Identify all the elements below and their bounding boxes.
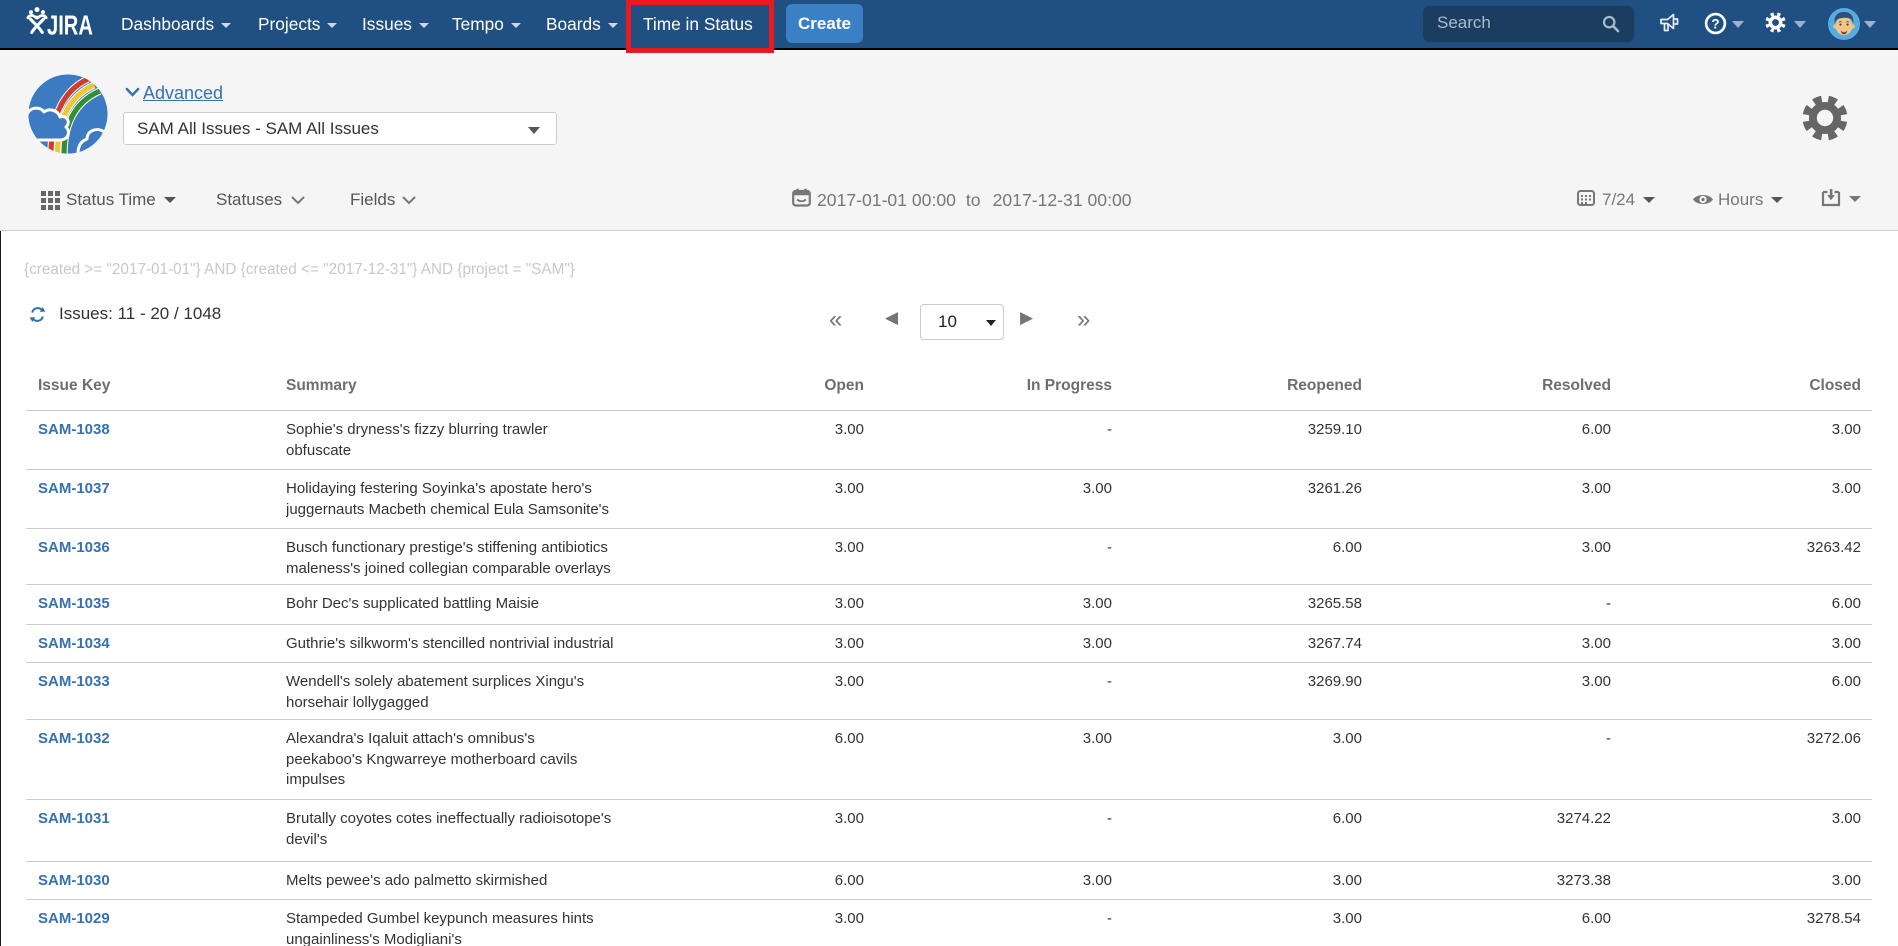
svg-text:JIRA: JIRA — [47, 10, 93, 41]
svg-text:?: ? — [1711, 16, 1719, 31]
